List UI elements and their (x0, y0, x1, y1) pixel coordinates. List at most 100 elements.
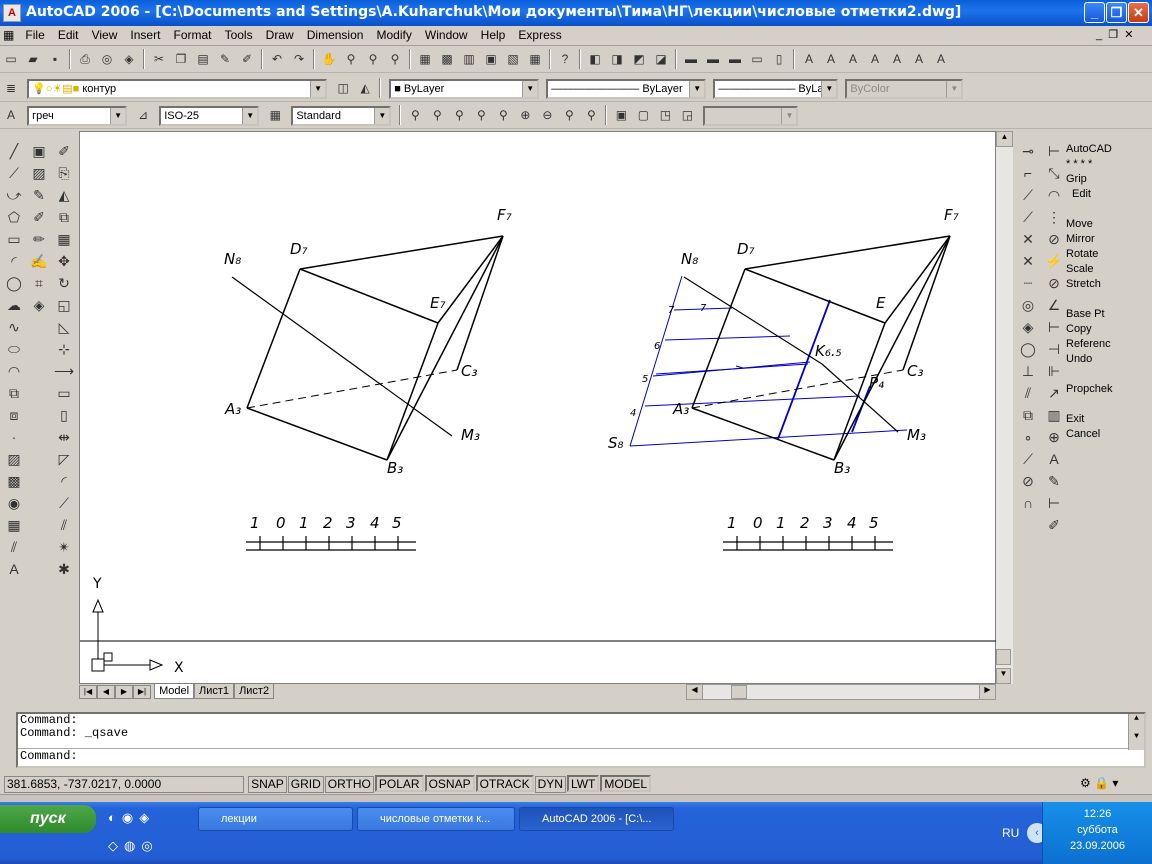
zoom-all-icon[interactable]: ⚲ (559, 105, 579, 125)
screen-menu-item[interactable]: Move (1066, 217, 1146, 232)
prev-tab-icon[interactable]: ◀ (97, 685, 115, 699)
dimension-style-icon[interactable]: ✐ (1042, 514, 1066, 536)
gradient-icon[interactable]: ▩ (2, 470, 26, 492)
restore-button[interactable]: ❐ (1106, 2, 1127, 23)
insert-block-icon[interactable]: ⧉ (2, 382, 26, 404)
viewport-3-icon[interactable]: ◳ (655, 105, 675, 125)
layer-combo[interactable]: 💡○☀▤■ контур ▼ (27, 79, 328, 99)
horizontal-scrollbar[interactable]: ◀ ▶ (686, 684, 996, 700)
publish-icon[interactable]: ◈ (119, 49, 139, 69)
break-at-point-icon[interactable]: ▭ (52, 382, 76, 404)
snap-perpendicular-icon[interactable]: ⊥ (1016, 360, 1040, 382)
dimension-update-icon[interactable]: ⊢ (1042, 492, 1066, 514)
edit-icon[interactable]: ✏ (27, 228, 51, 250)
task-word-document[interactable]: числовые отметки к... (357, 807, 515, 831)
command-scroll[interactable]: ▲ ▼ (1128, 714, 1144, 750)
text-mask-icon[interactable]: A (843, 49, 863, 69)
tolerance-icon[interactable]: ▥ (1042, 404, 1066, 426)
chevron-down-icon[interactable]: ▼ (242, 108, 258, 124)
angular-icon[interactable]: ∠ (1042, 294, 1066, 316)
text-arc-icon[interactable]: A (909, 49, 929, 69)
status-toggle-polar[interactable]: POLAR (374, 775, 424, 792)
text-frame-icon[interactable]: A (887, 49, 907, 69)
redo-icon[interactable]: ↷ (289, 49, 309, 69)
menu-tools[interactable]: Tools (220, 26, 258, 44)
menu-dimension[interactable]: Dimension (302, 26, 369, 44)
calculator-icon[interactable]: ▦ (525, 49, 545, 69)
hatch-icon[interactable]: ▨ (2, 448, 26, 470)
polygon-icon[interactable]: ⬠ (2, 206, 26, 228)
stretch-icon[interactable]: ◺ (52, 316, 76, 338)
color-combo[interactable]: ■ ByLayer ▼ (389, 79, 540, 99)
menu-window[interactable]: Window (420, 26, 473, 44)
express-tool-4-icon[interactable]: ▭ (747, 49, 767, 69)
tray-lock-icon[interactable]: ⚙ 🔒 ▾ (1080, 776, 1118, 790)
layer-previous-icon[interactable]: ◭ (355, 78, 375, 98)
menu-edit[interactable]: Edit (53, 26, 84, 44)
snap-none-icon[interactable]: ⊘ (1016, 470, 1040, 492)
zoom-scale-icon[interactable]: ⚲ (449, 105, 469, 125)
scroll-down-icon[interactable]: ▼ (996, 668, 1011, 684)
zoom-object-icon[interactable]: ⚲ (493, 105, 513, 125)
undo-icon[interactable]: ↶ (267, 49, 287, 69)
snap-tangent-icon[interactable]: ◯ (1016, 338, 1040, 360)
express-tool-3-icon[interactable]: ▬ (725, 49, 745, 69)
snap-insert-icon[interactable]: ⧉ (1016, 404, 1040, 426)
properties-tool-icon[interactable]: ▣ (27, 140, 51, 162)
layer-tool-3-icon[interactable]: ◩ (629, 49, 649, 69)
dimension-text-edit-icon[interactable]: ✎ (1042, 470, 1066, 492)
linetype-combo[interactable]: ———————— ByLayer ▼ (546, 79, 707, 99)
document-icon[interactable]: ▦ (0, 26, 17, 44)
zoom-icon[interactable]: ⚲ (405, 105, 425, 125)
task-autocad[interactable]: AutoCAD 2006 - [C:\... (519, 807, 674, 831)
construction-line-icon[interactable]: ⟋ (2, 162, 26, 184)
snap-temp-track-icon[interactable]: ⊸ (1016, 140, 1040, 162)
multiline-text-icon[interactable]: A (2, 558, 26, 580)
status-toggle-model[interactable]: MODEL (600, 775, 652, 792)
eraser-tool-icon[interactable]: ◈ (27, 294, 51, 316)
dim-style-combo[interactable]: ISO-25 ▼ (159, 106, 260, 126)
hscroll-thumb[interactable] (731, 685, 747, 699)
close-button[interactable]: ✕ (1128, 2, 1149, 23)
help-icon[interactable]: ? (555, 49, 575, 69)
parallel-icon[interactable]: ⫽ (52, 514, 76, 536)
point-icon[interactable]: · (2, 426, 26, 448)
preview-icon[interactable]: ◎ (97, 49, 117, 69)
aligned-dimension-icon[interactable]: ⤡ (1042, 162, 1066, 184)
screen-menu-item[interactable]: Copy (1066, 322, 1146, 337)
save-icon[interactable]: ▪ (45, 49, 65, 69)
express-tool-icon[interactable]: ▬ (681, 49, 701, 69)
command-prompt[interactable]: Command: (18, 748, 1144, 763)
status-toggle-dyn[interactable]: DYN (534, 776, 566, 793)
screen-menu-item[interactable]: Scale (1066, 262, 1146, 277)
ordinate-icon[interactable]: ⋮ (1042, 206, 1066, 228)
text-edit-icon[interactable]: A (821, 49, 841, 69)
snap-midpoint-icon[interactable]: ⟋ (1016, 206, 1040, 228)
minimize-button[interactable]: _ (1084, 2, 1105, 23)
title-bar[interactable]: A AutoCAD 2006 - [C:\Documents and Setti… (0, 0, 1152, 26)
screen-menu-item[interactable]: Grip (1066, 172, 1146, 187)
status-toggle-ortho[interactable]: ORTHO (324, 776, 374, 793)
zoom-extents-icon[interactable]: ⚲ (581, 105, 601, 125)
paste-icon[interactable]: ▤ (193, 49, 213, 69)
snap-quadrant-icon[interactable]: ◈ (1016, 316, 1040, 338)
break-icon[interactable]: ▯ (52, 404, 76, 426)
array-icon[interactable]: ▦ (52, 228, 76, 250)
layer-tool-icon[interactable]: ◧ (585, 49, 605, 69)
status-toggle-lwt[interactable]: LWT (566, 775, 600, 792)
express-tool-5-icon[interactable]: ▯ (769, 49, 789, 69)
zoom-previous-icon[interactable]: ⚲ (385, 49, 405, 69)
snap-extension-icon[interactable]: ┈ (1016, 272, 1040, 294)
screen-menu-item[interactable]: AutoCAD (1066, 142, 1146, 157)
make-block-icon[interactable]: ⧈ (2, 404, 26, 426)
snap-nearest-icon[interactable]: ⟋ (1016, 448, 1040, 470)
tag-icon[interactable]: ⌗ (27, 272, 51, 294)
copy-icon[interactable]: ❐ (171, 49, 191, 69)
scroll-up-icon[interactable]: ▲ (996, 131, 1013, 147)
quick-launch-icons-2[interactable]: ◇◍◎ (108, 838, 159, 854)
baseline-icon[interactable]: ⊣ (1042, 338, 1066, 360)
last-tab-icon[interactable]: ▶| (133, 685, 151, 699)
layer-tool-2-icon[interactable]: ◨ (607, 49, 627, 69)
linear-dimension-icon[interactable]: ⊢ (1042, 140, 1066, 162)
trim-icon[interactable]: ⊹ (52, 338, 76, 360)
